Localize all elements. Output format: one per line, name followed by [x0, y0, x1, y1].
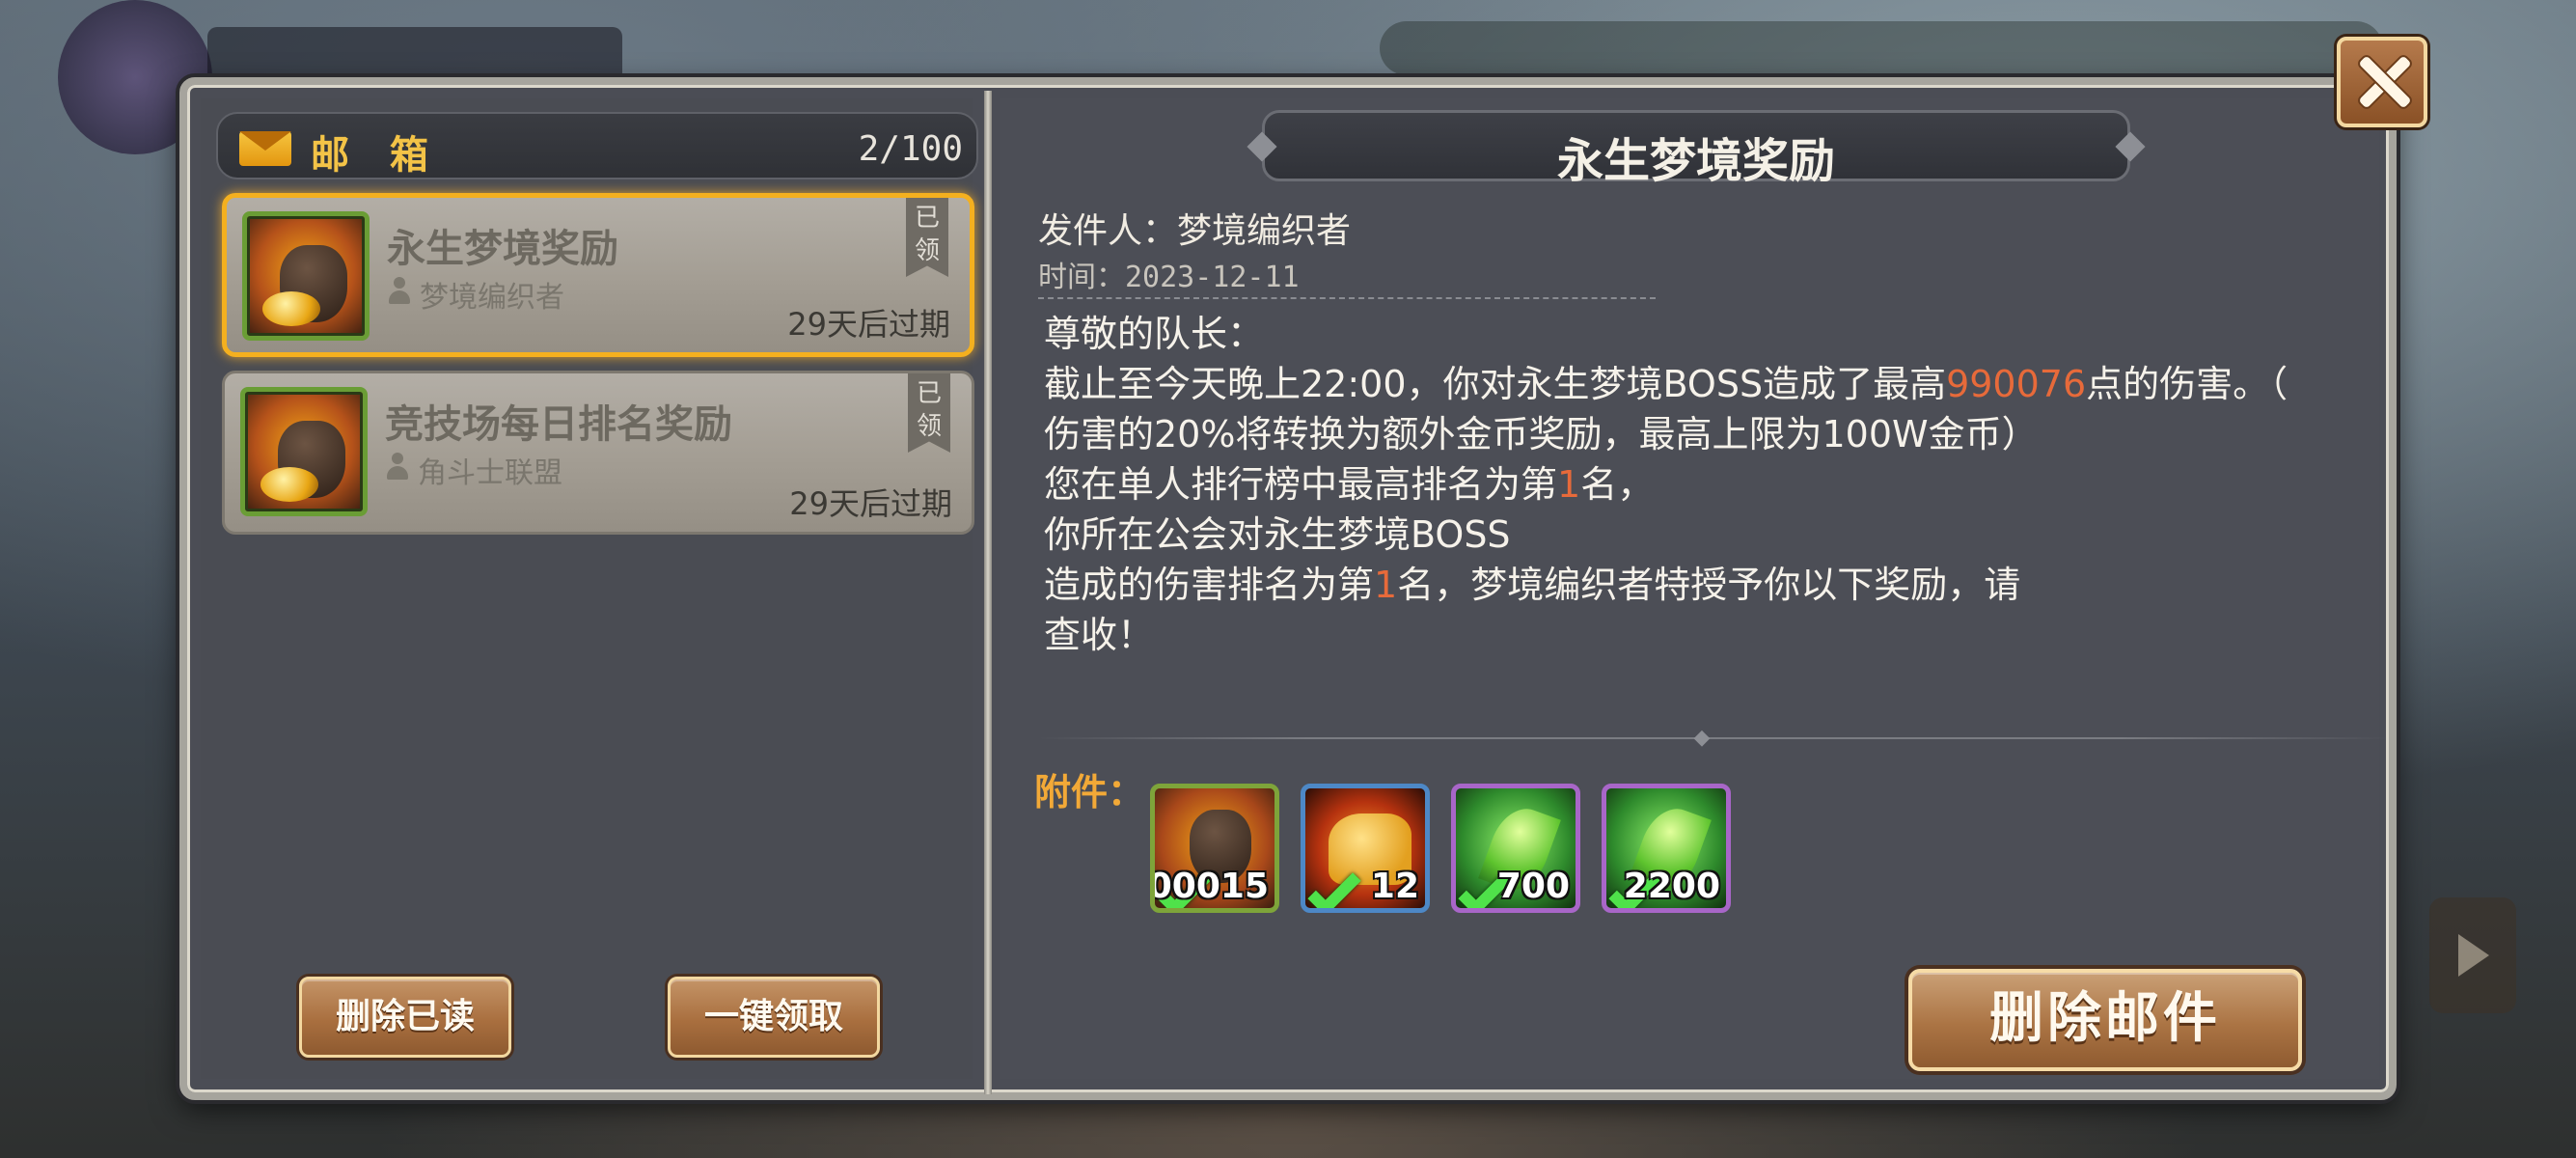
attachment-green-leaf[interactable]: 2200 — [1602, 784, 1731, 913]
mail-item-expiry: 29天后过期 — [787, 306, 950, 343]
mail-body-line: 造成的伤害排名为第1名，梦境编织者特授予你以下奖励，请 — [1044, 564, 2021, 606]
person-icon — [385, 453, 410, 482]
attachment-cheese[interactable]: 12 — [1301, 784, 1430, 913]
attachment-gold-bag[interactable]: 200015 — [1150, 784, 1279, 913]
mail-body: 尊敬的队长： 截止至今天晚上22:00，你对永生梦境BOSS造成了最高99007… — [1044, 309, 2356, 660]
mailbox-panel: 邮 箱 2/100 永生梦境奖励 梦境编织者 29天后过期 已领 竞技场每日排名… — [179, 77, 2397, 1100]
divider-ornament-icon: ◆ — [1693, 726, 1711, 750]
mail-body-line: 查收！ — [1044, 614, 1155, 656]
close-icon[interactable] — [2337, 37, 2427, 127]
mail-body-line: 您在单人排行榜中最高排名为第1名， — [1044, 463, 1655, 506]
gold-bag-icon — [240, 387, 368, 516]
claim-all-button[interactable]: 一键领取 — [668, 977, 880, 1058]
mail-item-title: 永生梦境奖励 — [387, 227, 618, 271]
mail-title: 永生梦境奖励 — [1556, 134, 1835, 188]
mail-body-line: 你所在公会对永生梦境BOSS — [1044, 513, 1511, 556]
delete-read-button[interactable]: 删除已读 — [299, 977, 511, 1058]
pane-divider — [984, 91, 992, 1094]
claimed-tag: 已领 — [906, 198, 948, 277]
gold-bag-icon — [242, 211, 370, 341]
envelope-icon — [239, 131, 291, 166]
attachment-green-leaf[interactable]: 700 — [1451, 784, 1580, 913]
attachment-qty: 700 — [1496, 867, 1570, 906]
mail-time: 时间：2023-12-11 — [1038, 261, 1300, 294]
mail-body-line: 尊敬的队长： — [1044, 313, 1265, 355]
mail-item-sender: 角斗士联盟 — [418, 456, 562, 490]
mail-item-sender: 梦境编织者 — [420, 281, 564, 315]
background-resource-bar — [1380, 21, 2383, 75]
background-name-plate — [207, 27, 622, 83]
claimed-tag: 已领 — [908, 373, 950, 453]
rank-value: 1 — [1374, 564, 1398, 606]
damage-value: 990076 — [1946, 363, 2087, 405]
mail-list-pane: 邮 箱 2/100 永生梦境奖励 梦境编织者 29天后过期 已领 竞技场每日排名… — [201, 98, 978, 1079]
mailbox-title: 邮 箱 — [311, 133, 442, 178]
attachment-qty: 12 — [1370, 867, 1419, 906]
mail-title-banner: 永生梦境奖励 — [1262, 110, 2130, 188]
mail-item[interactable]: 竞技场每日排名奖励 角斗士联盟 29天后过期 已领 — [222, 371, 974, 535]
mailbox-header: 邮 箱 2/100 — [216, 112, 978, 179]
mail-item-selected[interactable]: 永生梦境奖励 梦境编织者 29天后过期 已领 — [222, 193, 974, 357]
mail-sender: 发件人：梦境编织者 — [1038, 211, 1352, 251]
person-icon — [387, 277, 412, 306]
background-next-arrow — [2429, 897, 2516, 1013]
attachments-label: 附件： — [1034, 771, 1145, 813]
attachment-qty: 2200 — [1623, 867, 1720, 906]
dashed-divider — [1038, 297, 1656, 299]
mail-detail-pane: 永生梦境奖励 发件人：梦境编织者 时间：2023-12-11 尊敬的队长： 截止… — [1000, 98, 2389, 1079]
mail-item-title: 竞技场每日排名奖励 — [385, 402, 732, 447]
delete-mail-button[interactable]: 删除邮件 — [1908, 969, 2302, 1071]
mailbox-count: 2/100 — [858, 129, 963, 169]
mail-body-line: 截止至今天晚上22:00，你对永生梦境BOSS造成了最高990076点的伤害。（ — [1044, 363, 2288, 405]
attachment-qty: 200015 — [1150, 867, 1269, 906]
mail-body-line: 伤害的20%将转换为额外金币奖励，最高上限为100W金币） — [1044, 413, 2039, 455]
rank-value: 1 — [1557, 463, 1581, 506]
mail-item-expiry: 29天后过期 — [789, 485, 952, 522]
